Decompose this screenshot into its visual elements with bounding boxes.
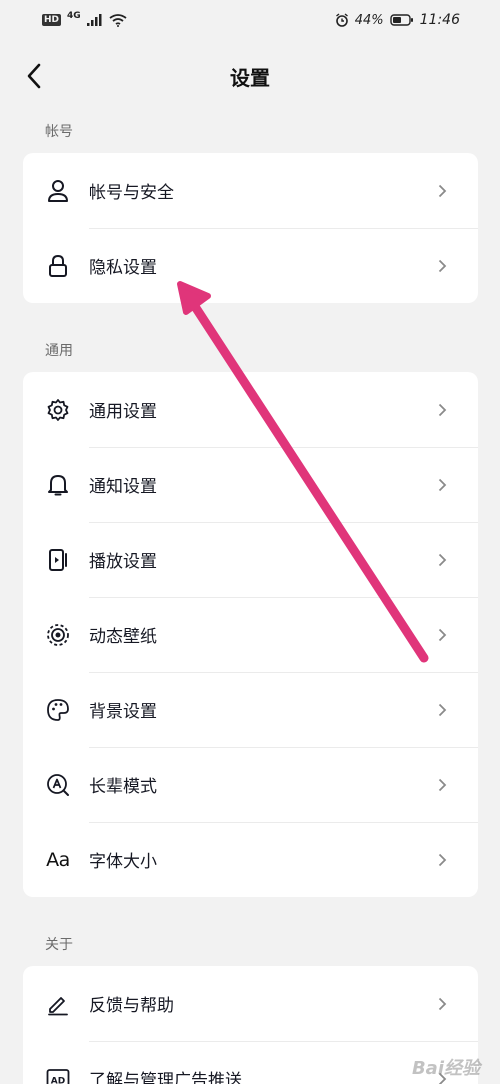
network-type: 4G <box>67 11 81 21</box>
settings-item-dynamic-wallpaper[interactable]: 动态壁纸 <box>23 597 478 672</box>
settings-item-ad-management[interactable]: AD 了解与管理广告推送 <box>23 1041 478 1084</box>
settings-item-privacy[interactable]: 隐私设置 <box>23 228 478 303</box>
gear-icon <box>45 397 71 423</box>
chevron-right-icon <box>438 553 452 567</box>
battery-icon <box>389 14 413 26</box>
section-label-account: 帐号 <box>45 124 73 140</box>
hd-badge: HD <box>42 14 62 26</box>
section-label-about: 关于 <box>45 937 73 953</box>
chevron-right-icon <box>438 403 452 417</box>
section-label-general: 通用 <box>45 343 73 359</box>
settings-item-label: 了解与管理广告推送 <box>89 1071 242 1084</box>
settings-item-label: 播放设置 <box>89 552 157 572</box>
nav-bar: 设置 <box>0 50 500 102</box>
alarm-icon <box>335 13 348 27</box>
battery-percent: 44% <box>354 12 384 28</box>
chevron-right-icon <box>438 628 452 642</box>
settings-item-label: 背景设置 <box>89 702 157 722</box>
status-left: HD 4G <box>42 11 127 27</box>
status-bar: HD 4G 44% 11:46 <box>0 0 500 40</box>
settings-item-label: 通知设置 <box>89 477 157 497</box>
settings-item-account-security[interactable]: 帐号与安全 <box>23 153 478 228</box>
chevron-right-icon <box>438 997 452 1011</box>
settings-item-label: 动态壁纸 <box>89 627 157 647</box>
settings-item-feedback[interactable]: 反馈与帮助 <box>23 966 478 1041</box>
chevron-right-icon <box>438 478 452 492</box>
settings-item-playback[interactable]: 播放设置 <box>23 522 478 597</box>
dynamic-wallpaper-icon <box>45 622 71 648</box>
person-icon <box>45 178 71 204</box>
wifi-icon <box>109 13 127 27</box>
play-device-icon <box>45 547 71 573</box>
account-card: 帐号与安全 隐私设置 <box>23 153 478 303</box>
settings-item-general[interactable]: 通用设置 <box>23 372 478 447</box>
pen-icon <box>45 991 71 1017</box>
general-card: 通用设置 通知设置 播放设置 动态壁纸 背景设置 长辈模式 Aa 字体大小 <box>23 372 478 897</box>
ad-icon: AD <box>45 1066 71 1084</box>
settings-item-label: 长辈模式 <box>89 777 157 797</box>
chevron-right-icon <box>438 778 452 792</box>
svg-text:AD: AD <box>51 1076 65 1084</box>
back-arrow-icon <box>27 63 41 89</box>
back-button[interactable] <box>18 60 50 92</box>
settings-item-elder-mode[interactable]: 长辈模式 <box>23 747 478 822</box>
status-time: 11:46 <box>419 12 460 28</box>
bell-icon <box>45 472 71 498</box>
watermark: Bai经验 <box>411 1058 480 1079</box>
settings-item-label: 反馈与帮助 <box>89 996 174 1016</box>
settings-item-label: 隐私设置 <box>89 258 157 278</box>
status-right: 44% 11:46 <box>335 12 460 28</box>
settings-item-notification[interactable]: 通知设置 <box>23 447 478 522</box>
chevron-right-icon <box>438 853 452 867</box>
palette-icon <box>45 697 71 723</box>
chevron-right-icon <box>438 184 452 198</box>
settings-item-font-size[interactable]: Aa 字体大小 <box>23 822 478 897</box>
page-title: 设置 <box>230 65 270 90</box>
about-card: 反馈与帮助 AD 了解与管理广告推送 <box>23 966 478 1084</box>
settings-item-label: 字体大小 <box>89 852 157 872</box>
elder-mode-icon <box>45 772 71 798</box>
settings-item-label: 通用设置 <box>89 402 157 422</box>
chevron-right-icon <box>438 703 452 717</box>
signal-icon <box>86 14 102 26</box>
font-size-icon: Aa <box>45 847 71 873</box>
settings-item-label: 帐号与安全 <box>89 183 174 203</box>
settings-item-background[interactable]: 背景设置 <box>23 672 478 747</box>
chevron-right-icon <box>438 259 452 273</box>
font-size-glyph: Aa <box>46 848 70 871</box>
lock-icon <box>45 253 71 279</box>
